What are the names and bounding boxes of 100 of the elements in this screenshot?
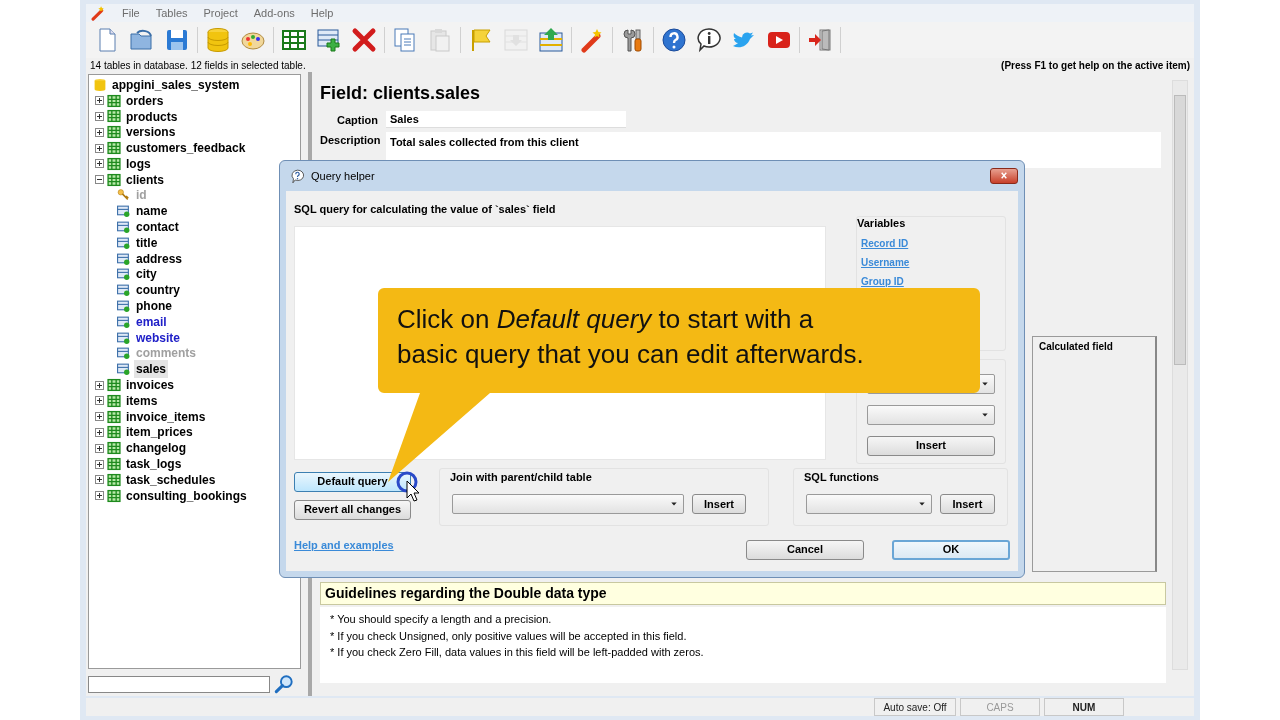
expand-icon[interactable] (95, 96, 104, 106)
wand-icon[interactable] (579, 27, 605, 53)
exit-icon[interactable] (807, 27, 833, 53)
help-hint: (Press F1 to get help on the active item) (1001, 59, 1190, 72)
folder-icon[interactable] (129, 27, 155, 53)
table-icon (107, 409, 121, 424)
callout-text: Click on Default query to start with a basic query that you can edit afterwards. (397, 303, 864, 371)
dropdown[interactable] (806, 494, 932, 514)
tree-item[interactable]: products (124, 107, 180, 126)
search-field[interactable] (88, 675, 270, 693)
menu-item[interactable]: File (122, 4, 140, 22)
tree-item[interactable]: versions (124, 123, 178, 142)
expand-icon[interactable] (95, 427, 104, 437)
table-icon (107, 472, 121, 487)
delete-icon[interactable] (351, 27, 377, 53)
sql-label: SQL query for calculating the value of `sales` field (294, 202, 557, 217)
menu-item[interactable]: Help (310, 4, 334, 22)
field-icon (116, 220, 131, 235)
scrollbar[interactable] (1172, 80, 1188, 670)
ok-button[interactable]: OK (892, 539, 1010, 560)
table-icon (107, 141, 121, 156)
tree-item[interactable]: changelog (124, 439, 188, 458)
expand-icon[interactable] (95, 475, 104, 485)
guideline-text: * If you check Unsigned, only positive values will be accepted in this field. (330, 628, 688, 644)
tree-item[interactable]: name (134, 202, 170, 221)
expand-icon[interactable] (95, 380, 104, 390)
table-icon (107, 488, 121, 503)
expand-icon[interactable] (95, 143, 104, 153)
insert-button[interactable]: Insert (867, 435, 995, 456)
expand-icon[interactable] (95, 491, 104, 501)
field-icon (116, 283, 131, 298)
table-icon (107, 172, 121, 187)
expand-icon[interactable] (95, 396, 104, 406)
close-button[interactable] (990, 168, 1018, 184)
tree-item[interactable]: address (134, 249, 185, 268)
field-icon (116, 204, 131, 219)
tree-item[interactable]: consulting_bookings (124, 486, 249, 505)
help-icon[interactable] (661, 27, 687, 53)
insert-button[interactable]: Insert (692, 494, 746, 514)
expand-icon[interactable] (95, 412, 104, 422)
tree-item[interactable]: appgini_sales_system (110, 75, 242, 94)
table-icon (107, 425, 121, 440)
description-label: Description (320, 133, 378, 148)
status-panel: CAPS (960, 698, 1040, 716)
group-heading: Join with parent/child table (450, 469, 593, 485)
default-query-button[interactable]: Default query (294, 471, 411, 492)
expand-icon[interactable] (95, 127, 104, 137)
status-text: 14 tables in database. 12 fields in selected table. (90, 59, 306, 72)
field-icon (116, 235, 131, 250)
tree-item[interactable]: sales (134, 360, 169, 379)
tree-item[interactable]: orders (124, 91, 166, 110)
tree-item[interactable]: country (134, 281, 182, 300)
group-heading: SQL functions (804, 469, 880, 485)
revert-button[interactable]: Revert all changes (294, 499, 411, 520)
menu-item[interactable]: Project (203, 4, 238, 22)
dropdown[interactable] (452, 494, 684, 514)
app-logo-icon (90, 5, 106, 21)
info-icon[interactable] (696, 27, 722, 53)
expand-icon[interactable] (95, 159, 104, 169)
cursor-icon (394, 471, 422, 505)
export-icon[interactable] (538, 27, 564, 53)
table-icon (107, 457, 121, 471)
add-table-icon[interactable] (316, 27, 342, 53)
table-icon (107, 125, 121, 140)
tree-item[interactable]: item_prices (124, 423, 195, 442)
guideline-text: * If you check Zero Fill, data values in this field will be left-padded with zeros. (330, 645, 705, 660)
field-icon (116, 314, 131, 329)
field-title: Field: clients.sales (320, 82, 482, 105)
expand-icon[interactable] (95, 443, 104, 453)
caption-field[interactable]: Sales (386, 111, 626, 128)
menu-item[interactable]: Add-ons (253, 4, 295, 22)
status-panel: NUM (1044, 698, 1124, 716)
table-icon[interactable] (281, 27, 307, 53)
status-panel: Auto save: Off (874, 698, 956, 716)
caption-label: Caption (336, 112, 378, 128)
collapse-icon[interactable] (95, 175, 104, 185)
tree-item[interactable]: clients (124, 170, 166, 189)
tree-item[interactable]: city (134, 265, 159, 284)
field-icon (116, 267, 131, 282)
field-icon (116, 362, 131, 377)
key-icon (116, 188, 131, 203)
expand-icon[interactable] (95, 459, 104, 469)
tree-item[interactable]: invoice_items (124, 407, 208, 426)
field-icon (116, 299, 131, 314)
expand-icon[interactable] (95, 112, 104, 121)
guidelines-heading: Guidelines regarding the Double data type (320, 582, 1166, 605)
table-icon (107, 156, 121, 171)
table-icon (107, 441, 121, 456)
menu-item[interactable]: Tables (155, 4, 188, 22)
save-icon[interactable] (164, 27, 190, 53)
dropdown[interactable] (867, 404, 995, 425)
field-icon (116, 330, 131, 345)
dialog-title: Query helper (311, 168, 375, 184)
tab-label[interactable]: Calculated field (1039, 341, 1113, 352)
search-icon[interactable] (274, 674, 294, 694)
table-icon (107, 93, 121, 108)
group-heading: Variables (857, 215, 906, 231)
insert-button[interactable]: Insert (939, 494, 995, 514)
tree-item[interactable]: website (134, 328, 182, 347)
cancel-button[interactable]: Cancel (746, 539, 864, 560)
